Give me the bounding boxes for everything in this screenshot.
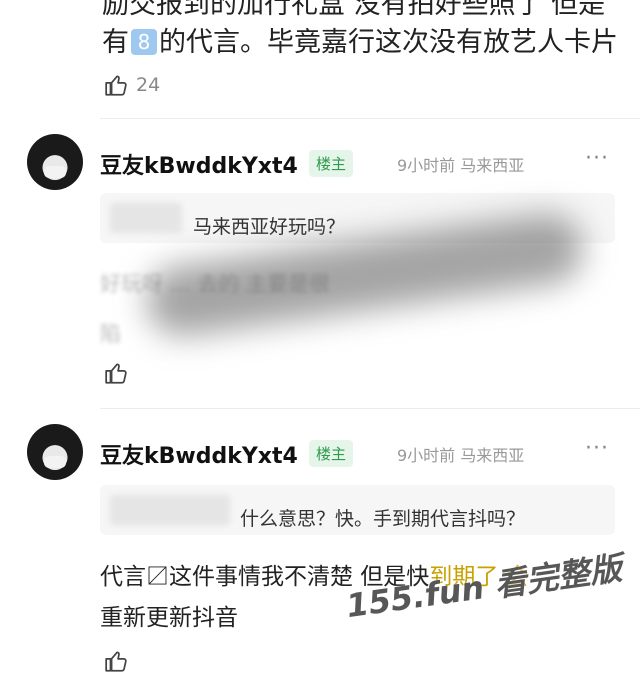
quoted-text: 马来西亚好玩吗？ [193,216,346,238]
top-comment-line2: 有 8 的代言。毕竟嘉行这次没有放艺人卡片 [102,27,618,58]
op-badge: 楼主 [309,440,354,467]
username[interactable]: 豆友kBwddkYxt4 [100,148,298,180]
thumbs-up-icon [105,75,127,96]
comment-meta: 9小时前 马来西亚 [397,446,525,465]
like-button[interactable] [104,360,130,386]
avatar[interactable] [27,424,83,480]
thumbs-up-icon [105,363,127,384]
reply-text-line2: 陷 [100,322,121,346]
like-count: 24 [136,74,161,96]
reply-text-line2: 重新更新抖音 [100,605,238,631]
op-badge: 楼主 [309,150,354,177]
like-button[interactable] [104,648,130,674]
watermark: 155.fun 看完整版 [343,548,625,626]
like-button[interactable]: 24 [104,72,160,98]
divider [100,408,640,409]
quoted-user-blur [110,495,230,525]
thumbs-up-icon [105,651,127,672]
top-comment-line1: 励交报到的加行礼盒 没有拍好些照了 但是 [102,0,606,20]
username[interactable]: 豆友kBwddkYxt4 [100,438,298,470]
quoted-user-blur [110,203,182,233]
comment-meta: 9小时前 马来西亚 [397,156,525,175]
number-badge: 8 [131,29,157,55]
more-options-icon[interactable]: ··· [585,146,609,171]
quoted-text: 什么意思？快。手到期代言抖吗？ [240,508,526,530]
more-options-icon[interactable]: ··· [585,436,609,461]
avatar[interactable] [27,134,83,190]
divider [100,118,640,119]
